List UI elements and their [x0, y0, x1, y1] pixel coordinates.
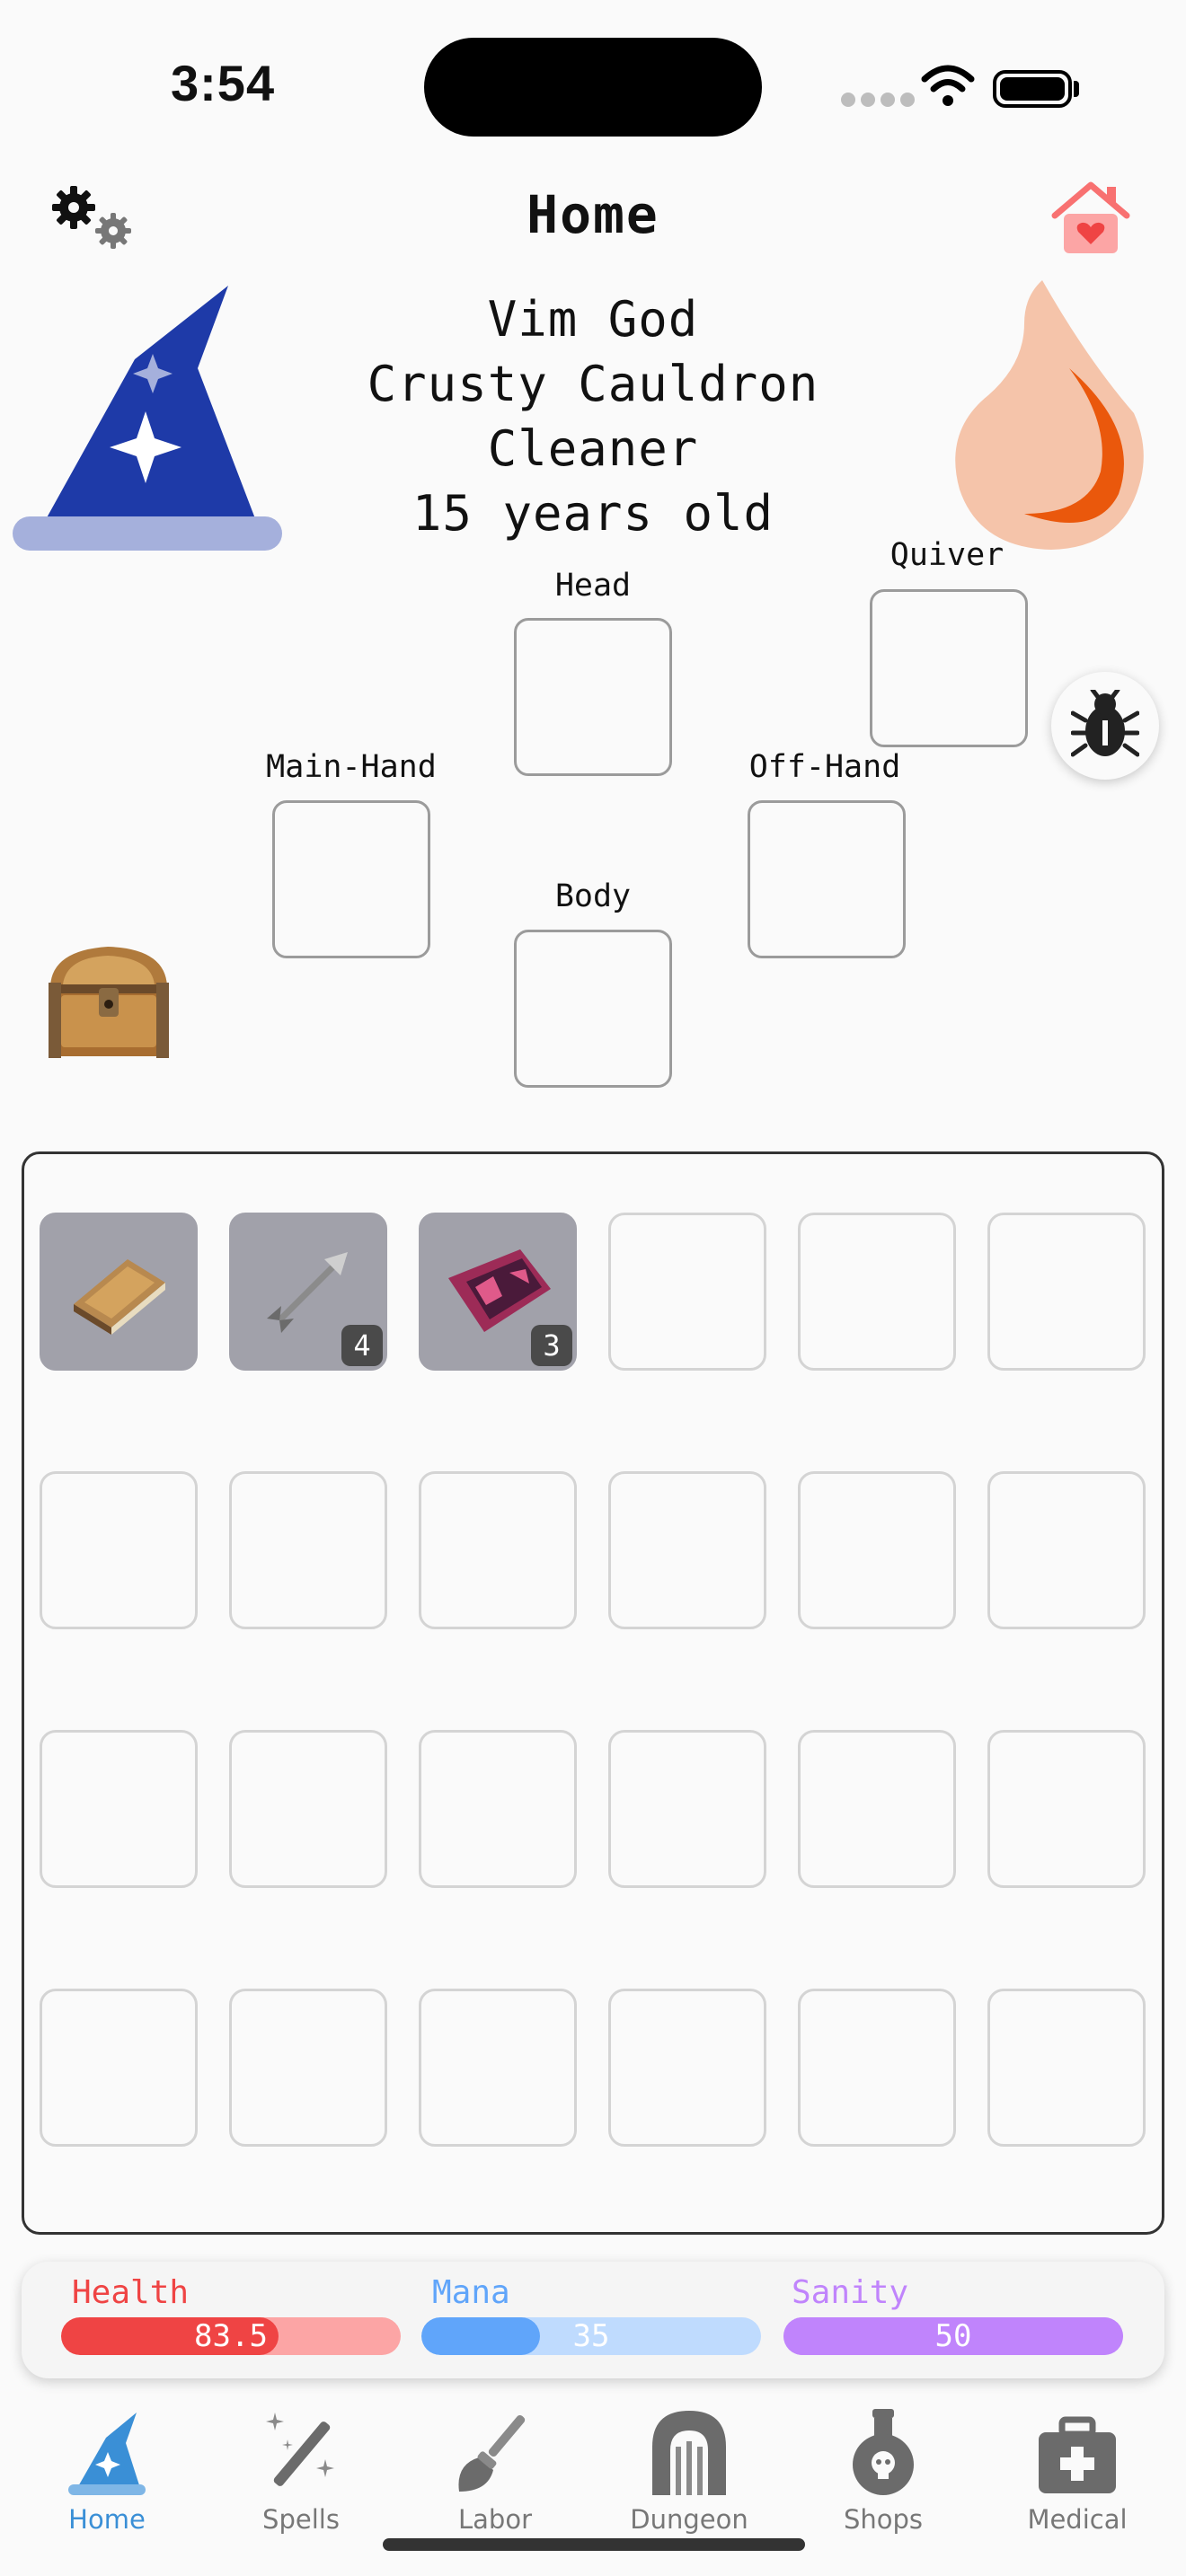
- main-hand-slot[interactable]: [272, 800, 430, 958]
- mana-value: 35: [572, 2318, 610, 2354]
- wizard-hat-icon: [13, 286, 282, 551]
- inventory-slot[interactable]: [229, 1730, 387, 1888]
- inventory-slot[interactable]: [608, 1213, 766, 1371]
- inventory-slot[interactable]: [419, 1730, 577, 1888]
- tab-medical-label: Medical: [1027, 2504, 1128, 2535]
- potion-icon: [853, 2409, 914, 2495]
- house-heart-icon[interactable]: [1049, 180, 1132, 257]
- signal-dot: [881, 93, 895, 107]
- off-hand-label: Off-Hand: [748, 749, 901, 785]
- broom-icon: [458, 2414, 526, 2492]
- item-quantity-badge: 4: [341, 1325, 383, 1366]
- quiver-label: Quiver: [890, 537, 1005, 573]
- tab-home-label: Home: [68, 2504, 146, 2535]
- main-hand-label: Main-Hand: [266, 749, 437, 785]
- tab-dungeon-label: Dungeon: [630, 2504, 748, 2535]
- health-bar: 83.5: [61, 2317, 401, 2355]
- bug-icon: [1071, 690, 1139, 757]
- quiver-slot[interactable]: [870, 589, 1028, 747]
- inventory-slot[interactable]: [608, 1989, 766, 2147]
- dungeon-gate-icon: [652, 2411, 726, 2495]
- inventory-item[interactable]: [40, 1213, 198, 1371]
- tab-spells[interactable]: Spells: [211, 2398, 391, 2535]
- profile-job: Cleaner: [487, 420, 699, 477]
- body-label: Body: [554, 878, 632, 914]
- tab-dungeon[interactable]: Dungeon: [599, 2398, 779, 2535]
- inventory-slot[interactable]: [987, 1989, 1146, 2147]
- wifi-icon: [921, 65, 975, 106]
- body-slot[interactable]: [514, 930, 672, 1088]
- tab-home[interactable]: Home: [17, 2398, 197, 2535]
- fire-icon: [955, 280, 1144, 550]
- mana-label: Mana: [432, 2274, 510, 2311]
- page-title: Home: [527, 184, 659, 245]
- sanity-bar: 50: [783, 2317, 1123, 2355]
- tab-shops[interactable]: Shops: [793, 2398, 973, 2535]
- profile-background: Crusty Cauldron: [367, 356, 819, 412]
- debug-button[interactable]: [1051, 672, 1159, 780]
- health-label: Health: [72, 2274, 190, 2311]
- treasure-chest-icon[interactable]: [43, 941, 174, 1063]
- inventory-slot[interactable]: [40, 1730, 198, 1888]
- inventory-slot[interactable]: [798, 1471, 956, 1629]
- inventory-slot[interactable]: [987, 1471, 1146, 1629]
- head-label: Head: [554, 568, 632, 604]
- inventory-slot[interactable]: [229, 1989, 387, 2147]
- tab-spells-label: Spells: [262, 2504, 340, 2535]
- book-icon: [42, 1215, 195, 1368]
- medical-kit-icon: [1039, 2416, 1116, 2493]
- mana-bar: 35: [421, 2317, 761, 2355]
- inventory-slot[interactable]: [229, 1471, 387, 1629]
- tab-labor[interactable]: Labor: [405, 2398, 585, 2535]
- sanity-value: 50: [934, 2318, 972, 2354]
- tab-labor-label: Labor: [457, 2504, 532, 2535]
- inventory-slot[interactable]: [608, 1471, 766, 1629]
- dynamic-island: [424, 38, 762, 137]
- status-time: 3:54: [171, 55, 276, 111]
- inventory-item[interactable]: 3: [419, 1213, 577, 1371]
- health-value: 83.5: [194, 2318, 268, 2354]
- off-hand-slot[interactable]: [748, 800, 906, 958]
- inventory-slot[interactable]: [608, 1730, 766, 1888]
- tab-medical[interactable]: Medical: [987, 2398, 1167, 2535]
- inventory-slot[interactable]: [419, 1471, 577, 1629]
- inventory-slot[interactable]: [987, 1213, 1146, 1371]
- inventory-slot[interactable]: [40, 1471, 198, 1629]
- inventory-slot[interactable]: [419, 1989, 577, 2147]
- battery-icon: [993, 70, 1072, 108]
- signal-dot: [861, 93, 875, 107]
- inventory-slot[interactable]: [798, 1730, 956, 1888]
- signal-dot: [841, 93, 855, 107]
- sanity-label: Sanity: [792, 2274, 909, 2311]
- inventory-item[interactable]: 4: [229, 1213, 387, 1371]
- profile-name: Vim God: [487, 291, 699, 348]
- head-slot[interactable]: [514, 618, 672, 776]
- profile-age: 15 years old: [412, 485, 774, 542]
- wizard-hat-icon: [68, 2413, 146, 2495]
- inventory-slot[interactable]: [798, 1989, 956, 2147]
- inventory-slot[interactable]: [798, 1213, 956, 1371]
- magic-wand-icon: [266, 2413, 334, 2486]
- item-quantity-badge: 3: [531, 1325, 572, 1366]
- home-indicator: [383, 2538, 805, 2551]
- inventory-slot[interactable]: [987, 1730, 1146, 1888]
- signal-dot: [900, 93, 915, 107]
- tab-shops-label: Shops: [843, 2504, 924, 2535]
- inventory-slot[interactable]: [40, 1989, 198, 2147]
